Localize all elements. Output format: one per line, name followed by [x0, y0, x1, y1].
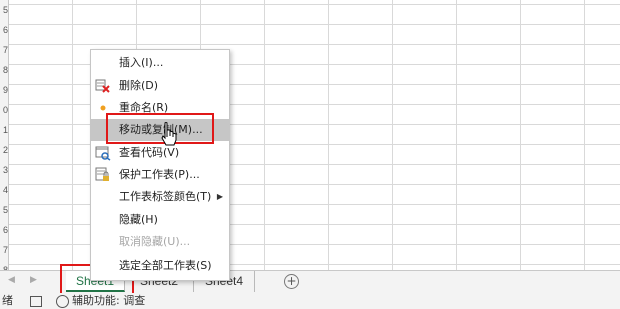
scroll-tabs-left-icon[interactable]: ◀ — [8, 275, 15, 285]
row-header[interactable]: 5 6 7 8 9 0 1 2 3 4 5 6 7 8 — [0, 0, 9, 270]
status-bar: 绪 辅助功能: 调查 — [0, 293, 620, 309]
row-number[interactable]: 4 — [0, 180, 8, 200]
menu-item-protect-sheet[interactable]: 保护工作表(P)... — [91, 164, 229, 186]
row-number[interactable]: 1 — [0, 120, 8, 140]
row-number[interactable]: 5 — [0, 0, 8, 20]
menu-item-insert[interactable]: 插入(I)... — [91, 52, 229, 74]
row-number[interactable]: 8 — [0, 60, 8, 80]
row-number[interactable]: 3 — [0, 160, 8, 180]
protect-sheet-icon — [95, 167, 111, 183]
scroll-tabs-right-icon[interactable]: ▶ — [30, 275, 37, 285]
row-number[interactable]: 6 — [0, 20, 8, 40]
accessibility-icon[interactable] — [56, 295, 69, 308]
macro-record-icon[interactable] — [30, 296, 42, 307]
row-number[interactable]: 0 — [0, 100, 8, 120]
row-number[interactable]: 7 — [0, 240, 8, 260]
mouse-cursor-icon — [161, 122, 177, 146]
status-ready: 绪 — [2, 294, 13, 307]
delete-sheet-icon — [95, 78, 111, 94]
sheet-context-menu: 插入(I)... 删除(D) 重命名(R) 移动或复制(M)... 查看代码(V… — [90, 49, 230, 281]
submenu-arrow-icon: ▶ — [216, 192, 223, 201]
row-number[interactable]: 7 — [0, 40, 8, 60]
menu-item-hide[interactable]: 隐藏(H) — [91, 209, 229, 231]
menu-item-tab-color[interactable]: 工作表标签颜色(T) ▶ — [91, 186, 229, 208]
menu-item-delete[interactable]: 删除(D) — [91, 75, 229, 97]
row-number[interactable]: 2 — [0, 140, 8, 160]
row-number[interactable]: 6 — [0, 220, 8, 240]
add-sheet-button[interactable]: + — [284, 274, 299, 289]
row-number[interactable]: 9 — [0, 80, 8, 100]
row-number[interactable]: 8 — [0, 260, 8, 270]
menu-item-unhide[interactable]: 取消隐藏(U)... — [91, 231, 229, 253]
accessibility-status[interactable]: 辅助功能: 调查 — [72, 293, 145, 309]
row-number[interactable]: 5 — [0, 200, 8, 220]
view-code-icon — [95, 145, 111, 161]
menu-item-select-all-sheets[interactable]: 选定全部工作表(S) — [91, 255, 229, 277]
